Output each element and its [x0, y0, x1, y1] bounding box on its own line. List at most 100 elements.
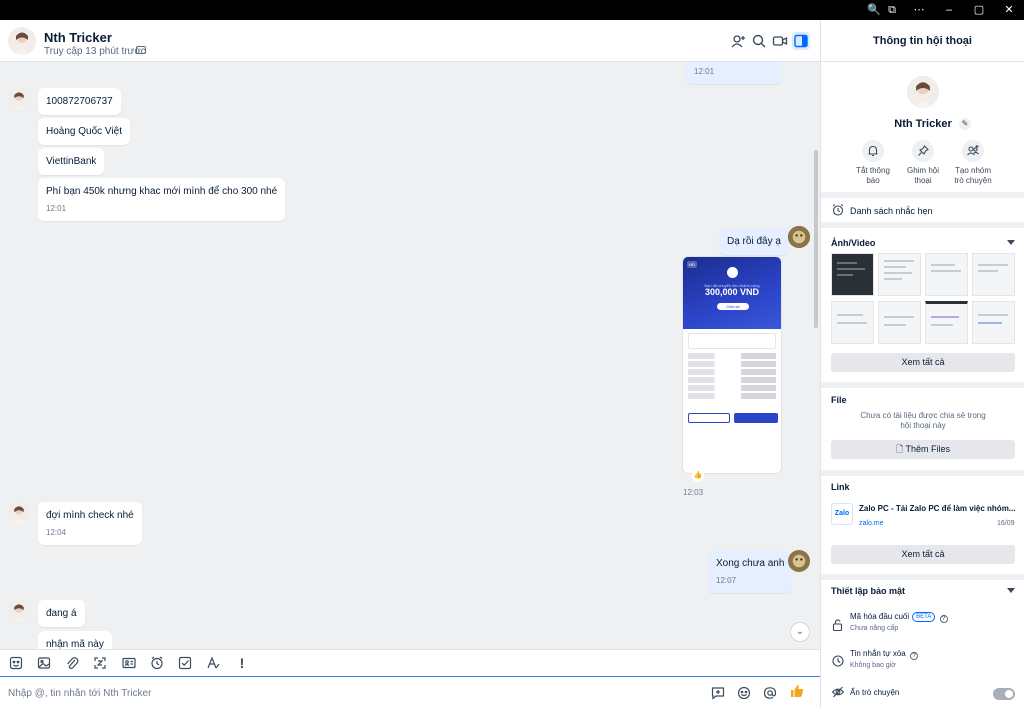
contact-card-icon[interactable] — [121, 655, 137, 671]
section-divider — [821, 192, 1024, 198]
search-icon[interactable] — [750, 32, 768, 50]
reminder-icon[interactable] — [149, 655, 165, 671]
create-group-button[interactable]: Tạo nhóm trò chuyện — [948, 140, 998, 186]
media-thumbnail[interactable] — [925, 253, 968, 296]
message-bubble-mine[interactable]: 12:01 — [686, 62, 782, 84]
minimize-button[interactable]: – — [935, 0, 963, 20]
message-bubble[interactable]: 100872706737 — [38, 88, 121, 115]
e2e-encryption-text: Mã hóa đầu cuối — [850, 612, 910, 621]
message-bubble[interactable]: ViettinBank — [38, 148, 105, 175]
tag-icon[interactable] — [136, 46, 146, 54]
view-all-links-button[interactable]: Xem tất cả — [831, 545, 1015, 564]
message-bubble[interactable]: Hoàng Quốc Việt — [38, 118, 130, 145]
media-thumbnail[interactable] — [972, 253, 1015, 296]
message-bubble-mine[interactable]: Xong chưa anh 12:07 — [708, 550, 793, 593]
message-bubble[interactable]: đợi mình check nhé 12:04 — [38, 502, 142, 545]
receipt-row — [688, 377, 776, 383]
contact-avatar-large[interactable] — [907, 76, 939, 108]
image-icon[interactable] — [36, 655, 52, 671]
section-divider — [821, 574, 1024, 580]
panel-toggle-icon[interactable] — [792, 32, 810, 50]
message-bubble[interactable]: đang á — [38, 600, 85, 627]
bell-icon — [862, 140, 884, 162]
info-icon[interactable]: ? — [939, 615, 948, 623]
media-thumbnail[interactable] — [878, 253, 921, 296]
sticker-icon[interactable] — [8, 655, 24, 671]
message-text: Xong chưa anh — [716, 558, 785, 569]
contact-avatar[interactable] — [8, 502, 30, 524]
hide-chat-toggle[interactable] — [993, 688, 1015, 700]
contact-avatar[interactable] — [8, 600, 30, 622]
receipt-row — [688, 369, 776, 375]
my-avatar[interactable] — [788, 550, 810, 572]
pin-conversation-button[interactable]: Ghim hội thoại — [898, 140, 948, 186]
action-label: báo — [866, 176, 880, 185]
scroll-down-icon[interactable]: ⌄ — [790, 622, 810, 642]
action-label: trò chuyện — [954, 176, 992, 185]
contact-avatar[interactable] — [8, 88, 30, 110]
message-text: đợi mình check nhé — [46, 510, 134, 521]
group-add-icon — [962, 140, 984, 162]
message-bubble[interactable]: Phí bạn 450k nhưng khac mới mình để cho … — [38, 178, 286, 221]
message-input[interactable] — [8, 685, 608, 701]
reminder-list-link[interactable]: Danh sách nhắc hẹn — [850, 206, 933, 216]
contact-avatar[interactable] — [8, 27, 36, 55]
media-thumbnail[interactable] — [925, 301, 968, 344]
action-label: thoại — [914, 176, 932, 185]
like-reaction-icon[interactable]: 👍 — [692, 470, 704, 482]
mute-notifications-button[interactable]: Tắt thông báo — [848, 140, 898, 186]
close-button[interactable]: ✕ — [995, 0, 1023, 20]
file-empty-text: hội thoại này — [900, 421, 946, 430]
screenshot-icon[interactable] — [92, 655, 108, 671]
add-files-button[interactable]: 🗋 Thêm Files — [831, 440, 1015, 459]
text-format-icon[interactable] — [205, 655, 221, 671]
edit-name-icon[interactable]: ✎ — [959, 118, 971, 130]
receipt-header: HD Bạn đã chuyển tiền thành công 300,000… — [683, 257, 781, 329]
media-thumbnail[interactable] — [878, 301, 921, 344]
section-divider — [821, 222, 1024, 228]
lock-icon — [831, 618, 845, 632]
link-title[interactable]: Zalo PC - Tải Zalo PC để làm việc nhóm..… — [859, 504, 1019, 513]
self-destruct-label[interactable]: Tin nhắn tự xóa ? — [850, 649, 918, 660]
video-call-icon[interactable] — [771, 32, 789, 50]
security-section-title[interactable]: Thiết lập bảo mật — [831, 586, 905, 596]
eye-off-icon — [831, 685, 845, 699]
urgent-icon[interactable]: ! — [234, 655, 250, 671]
add-member-icon[interactable] — [729, 32, 747, 50]
mention-icon[interactable] — [762, 685, 778, 701]
receipt-row — [688, 385, 776, 391]
receipt-button-outline — [688, 413, 730, 423]
link-domain[interactable]: zalo.me — [859, 520, 884, 527]
task-icon[interactable] — [177, 655, 193, 671]
check-icon — [727, 267, 738, 278]
maximize-button[interactable]: ▢ — [965, 0, 993, 20]
my-avatar[interactable] — [788, 226, 810, 248]
message-text: đang á — [46, 608, 77, 619]
media-thumbnail[interactable] — [972, 301, 1015, 344]
message-text: Phí bạn 450k nhưng khac mới mình để cho … — [46, 186, 278, 197]
e2e-encryption-label[interactable]: Mã hóa đầu cuối BETA ? — [850, 612, 948, 623]
contact-name[interactable]: Nth Tricker — [44, 30, 112, 45]
media-thumbnail[interactable] — [831, 253, 874, 296]
message-bubble-mine[interactable]: Dạ rồi đây ạ — [719, 228, 789, 255]
screen-share-icon[interactable]: ⧉ — [878, 0, 906, 20]
message-time: 12:07 — [716, 576, 737, 585]
scrollbar[interactable] — [814, 150, 818, 328]
quick-message-icon[interactable] — [710, 685, 726, 701]
media-section-title[interactable]: Ảnh/Video — [831, 238, 875, 248]
chevron-down-icon[interactable] — [1007, 240, 1015, 245]
link-section-title[interactable]: Link — [831, 482, 850, 492]
thumbs-up-icon[interactable] — [789, 683, 807, 701]
chevron-down-icon[interactable] — [1007, 588, 1015, 593]
emoji-icon[interactable] — [736, 685, 752, 701]
transfer-receipt-image[interactable]: HD Bạn đã chuyển tiền thành công 300,000… — [682, 256, 782, 474]
media-thumbnail[interactable] — [831, 301, 874, 344]
message-bubble[interactable]: nhận mã này — [38, 631, 112, 649]
attachment-icon[interactable] — [64, 655, 80, 671]
message-list[interactable]: 12:01 100872706737 Hoàng Quốc Việt Viett… — [0, 62, 820, 649]
file-section-title[interactable]: File — [831, 395, 847, 405]
info-icon[interactable]: ? — [910, 652, 918, 660]
more-icon[interactable]: ⋯ — [905, 0, 933, 20]
view-all-media-button[interactable]: Xem tất cả — [831, 353, 1015, 372]
timer-icon — [831, 654, 845, 668]
